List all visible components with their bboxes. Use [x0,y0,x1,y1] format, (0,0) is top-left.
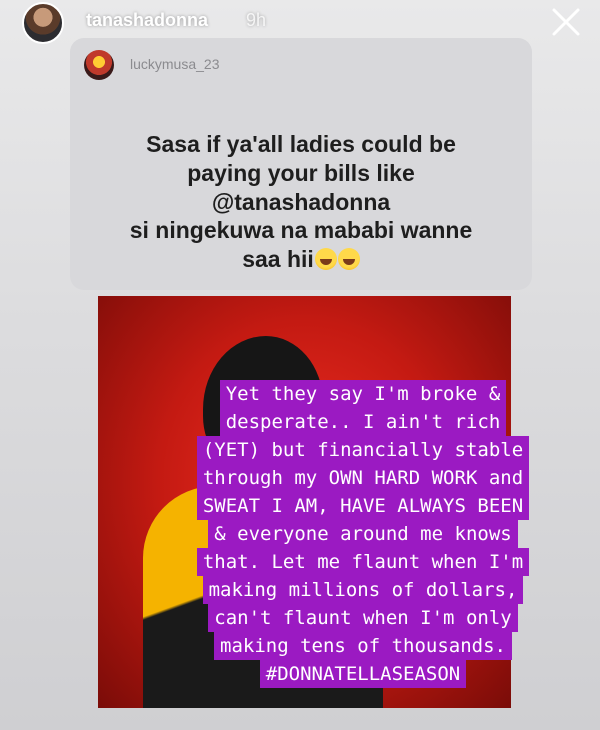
close-icon [552,8,580,36]
avatar[interactable] [22,2,64,44]
overlay-text-line: making millions of dollars, [202,576,524,604]
post-time: 9h [246,10,267,30]
overlay-text-line: SWEAT I AM, HAVE ALWAYS BEEN [196,492,530,520]
overlay-text-line: can't flaunt when I'm only [208,604,518,632]
close-button[interactable] [548,4,584,40]
laughing-emoji-icon [314,248,337,270]
overlay-text-line: (YET) but financially stable [196,436,530,464]
overlay-text-line: making tens of thousands. [214,632,512,660]
reposter-username[interactable]: luckymusa_23 [130,56,220,72]
repost-caption: Sasa if ya'all ladies could be paying yo… [90,130,512,274]
laughing-emoji-icon [337,248,360,270]
overlay-text-line: desperate.. I ain't rich [219,408,507,436]
overlay-hashtag[interactable]: #DONNATELLASEASON [259,660,467,688]
caption-line: paying your bills like [187,159,415,186]
overlay-text-line: Yet they say I'm broke & [219,380,507,408]
story-text-overlay: Yet they say I'm broke & desperate.. I a… [140,380,586,688]
caption-line: saa hii [242,246,314,272]
caption-mention[interactable]: @tanashadonna [90,188,512,217]
overlay-text-line: that. Let me flaunt when I'm [196,548,530,576]
reposter-avatar[interactable] [84,50,114,80]
username[interactable]: tanashadonna [86,10,208,31]
caption-line: Sasa if ya'all ladies could be [146,131,456,157]
overlay-text-line: through my OWN HARD WORK and [196,464,530,492]
caption-line-last: saa hii [90,245,512,274]
reposted-post-card[interactable]: luckymusa_23 Sasa if ya'all ladies could… [70,38,532,290]
overlay-text-line: & everyone around me knows [208,520,518,548]
caption-line: si ningekuwa na mababi wanne [129,217,473,244]
